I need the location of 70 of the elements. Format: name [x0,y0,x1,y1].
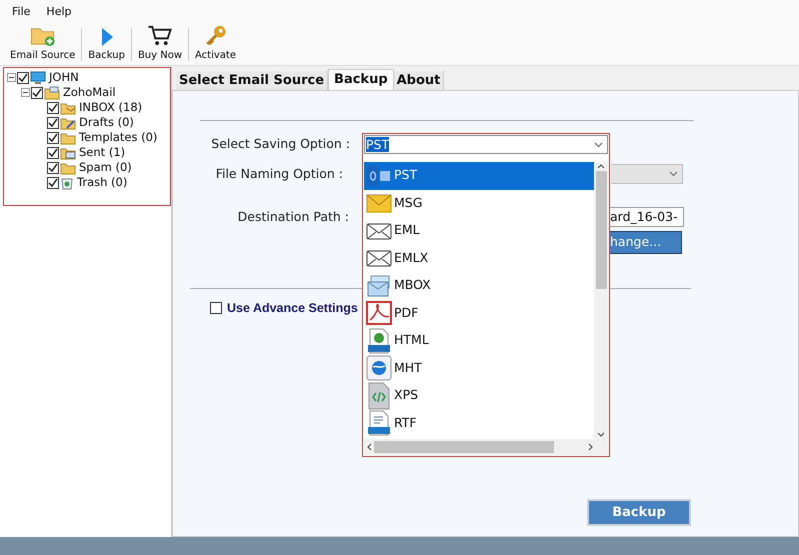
backup-button[interactable]: Backup [587,499,691,526]
collapse-icon[interactable] [7,73,16,82]
checkbox[interactable] [47,176,59,188]
toolbar-button[interactable]: Activate [191,24,240,65]
chevron-down-icon[interactable] [669,171,678,177]
format-option[interactable]: PDF [364,300,594,327]
toolbar-button[interactable]: Email Source [6,24,80,65]
format-option[interactable]: EMLX [364,244,594,272]
trash-icon [60,176,74,190]
tree-item[interactable]: Drafts (0) [79,114,134,132]
tree-item[interactable]: Sent (1) [79,144,126,162]
menu-item[interactable]: Help [46,4,72,20]
rtf-file-icon [366,410,392,436]
code-file-icon [366,382,392,410]
scroll-left-icon[interactable] [366,443,372,451]
scroll-up-icon[interactable] [597,163,605,169]
format-option[interactable]: EML [364,217,594,244]
tab[interactable]: Backup [328,69,394,90]
tree-item[interactable]: Spam (0) [79,158,132,176]
format-option[interactable]: MHT [364,354,594,382]
cart-icon [146,24,173,47]
horizontal-scrollbar[interactable] [364,439,608,455]
format-option[interactable]: MBOX [364,272,594,300]
change-button[interactable]: hange... [610,231,682,254]
folder-icon [60,146,76,160]
advanced-settings-label[interactable]: Use Advance Settings [227,298,358,318]
format-option[interactable]: XPS [364,382,594,410]
folder-icon [60,100,76,114]
scroll-right-icon[interactable] [588,443,594,451]
tree-item[interactable]: ZohoMail [63,84,116,102]
format-option[interactable]: HTML [364,327,594,354]
globe-icon [366,355,392,382]
checkbox[interactable] [47,132,59,144]
folder-icon [60,160,76,174]
checkbox[interactable] [17,72,29,84]
folder-icon [60,130,76,144]
html-file-icon [366,328,392,354]
checkbox[interactable] [47,116,59,128]
outlook-icon [366,164,392,187]
tree-item[interactable]: INBOX (18) [79,98,142,116]
tree-item[interactable]: JOHN [49,68,79,86]
folder-icon [44,86,60,100]
checkbox[interactable] [47,146,59,158]
tree-item[interactable]: Trash (0) [77,174,128,192]
play-icon [100,27,114,47]
scroll-down-icon[interactable] [597,432,605,438]
field-label: Select Saving Option : [210,134,350,153]
checkbox[interactable] [47,162,59,174]
tree-item[interactable]: Templates (0) [79,128,158,146]
computer-icon [30,70,46,84]
collapse-icon[interactable] [21,88,30,97]
field-label: Destination Path : [236,208,349,226]
toolbar-button[interactable]: Backup [84,24,129,65]
folder-pencil-icon [60,116,76,130]
toolbar-button[interactable]: Buy Now [134,24,186,65]
field-label: File Naming Option : [214,164,343,183]
checkbox[interactable] [210,302,222,314]
checkbox[interactable] [47,102,59,114]
vertical-scrollbar[interactable] [594,162,608,439]
envelope-icon [366,192,392,214]
tab[interactable]: About [394,71,444,90]
format-option[interactable]: RTF [364,410,594,437]
pdf-icon [366,301,392,326]
format-option[interactable]: MSG [364,190,594,217]
checkbox[interactable] [31,86,43,98]
format-option[interactable]: PST [364,162,594,190]
tab[interactable]: Select Email Source [176,71,328,90]
envelopes-icon [366,274,392,297]
menu-item[interactable]: File [12,4,30,20]
destination-field[interactable]: ard_16-03- [610,207,684,227]
